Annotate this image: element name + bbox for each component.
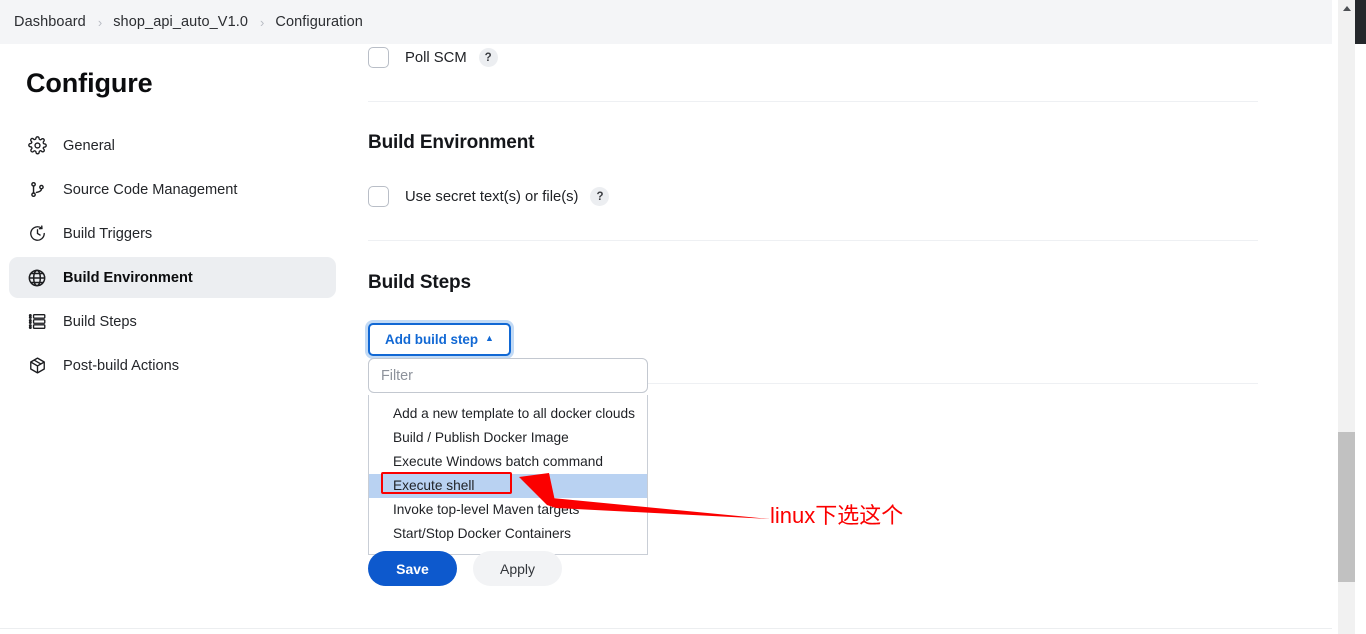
apply-button[interactable]: Apply — [473, 551, 562, 586]
poll-scm-checkbox[interactable] — [368, 47, 389, 68]
sidebar-item-label: Source Code Management — [63, 181, 238, 198]
sidebar-item-post-build-actions[interactable]: Post-build Actions — [9, 345, 336, 386]
scroll-up-arrow-icon[interactable] — [1338, 0, 1355, 17]
dropdown-item[interactable]: Invoke top-level Maven targets — [369, 498, 647, 522]
sidebar-item-label: Build Steps — [63, 313, 137, 330]
dropdown-item-execute-shell[interactable]: Execute shell — [369, 474, 647, 498]
sidebar-item-build-environment[interactable]: Build Environment — [9, 257, 336, 298]
page-root: Dashboard › shop_api_auto_V1.0 › Configu… — [0, 0, 1366, 634]
breadcrumb: Dashboard › shop_api_auto_V1.0 › Configu… — [0, 0, 1332, 44]
gear-icon — [26, 135, 48, 157]
bottom-divider — [0, 628, 1332, 629]
help-icon[interactable]: ? — [478, 48, 498, 67]
breadcrumb-separator: › — [97, 14, 103, 30]
poll-scm-label: Poll SCM — [405, 49, 467, 66]
sidebar-nav: General Source Code Management Build Tri… — [0, 125, 345, 386]
breadcrumb-item-dashboard[interactable]: Dashboard — [14, 14, 86, 30]
filter-input[interactable] — [368, 358, 648, 393]
build-step-dropdown: Add a new template to all docker clouds … — [368, 395, 648, 555]
sidebar-item-label: Build Environment — [63, 269, 193, 286]
page-title: Configure — [26, 68, 153, 98]
window-edge-top — [1355, 0, 1366, 44]
build-environment-heading: Build Environment — [368, 132, 535, 153]
dropdown-item[interactable]: Build / Publish Docker Image — [369, 426, 647, 450]
dropdown-item[interactable]: Execute Windows batch command — [369, 450, 647, 474]
sidebar-item-label: General — [63, 137, 115, 154]
clock-icon — [26, 223, 48, 245]
sidebar-item-build-triggers[interactable]: Build Triggers — [9, 213, 336, 254]
dropdown-item[interactable]: Start/Stop Docker Containers — [369, 522, 647, 546]
poll-scm-row: Poll SCM ? — [368, 47, 498, 68]
chevron-up-icon: ▲ — [485, 333, 494, 343]
breadcrumb-item-configuration[interactable]: Configuration — [275, 14, 363, 30]
list-icon — [26, 311, 48, 333]
sidebar: Configure General Source Code Management… — [0, 44, 345, 634]
build-steps-heading: Build Steps — [368, 272, 471, 293]
add-build-step-button[interactable]: Add build step ▲ — [368, 323, 511, 356]
secret-text-checkbox[interactable] — [368, 186, 389, 207]
globe-icon — [26, 267, 48, 289]
breadcrumb-item-job[interactable]: shop_api_auto_V1.0 — [113, 14, 248, 30]
add-build-step-label: Add build step — [385, 332, 479, 347]
sidebar-item-label: Post-build Actions — [63, 357, 180, 374]
help-icon[interactable]: ? — [590, 187, 610, 206]
save-button[interactable]: Save — [368, 551, 457, 586]
scrollbar-thumb[interactable] — [1338, 432, 1355, 582]
sidebar-item-build-steps[interactable]: Build Steps — [9, 301, 336, 342]
main-content: Poll SCM ? Build Environment Use secret … — [345, 44, 1332, 634]
dropdown-item[interactable]: Add a new template to all docker clouds — [369, 402, 647, 426]
secret-text-row: Use secret text(s) or file(s) ? — [368, 186, 610, 207]
sidebar-item-label: Build Triggers — [63, 225, 153, 242]
package-icon — [26, 355, 48, 377]
window-edge — [1355, 0, 1366, 634]
section-divider — [368, 240, 1258, 241]
secret-text-label: Use secret text(s) or file(s) — [405, 188, 579, 205]
git-branch-icon — [26, 179, 48, 201]
section-divider — [368, 101, 1258, 102]
sidebar-item-general[interactable]: General — [9, 125, 336, 166]
sidebar-item-source-code-management[interactable]: Source Code Management — [9, 169, 336, 210]
breadcrumb-separator: › — [260, 14, 265, 30]
